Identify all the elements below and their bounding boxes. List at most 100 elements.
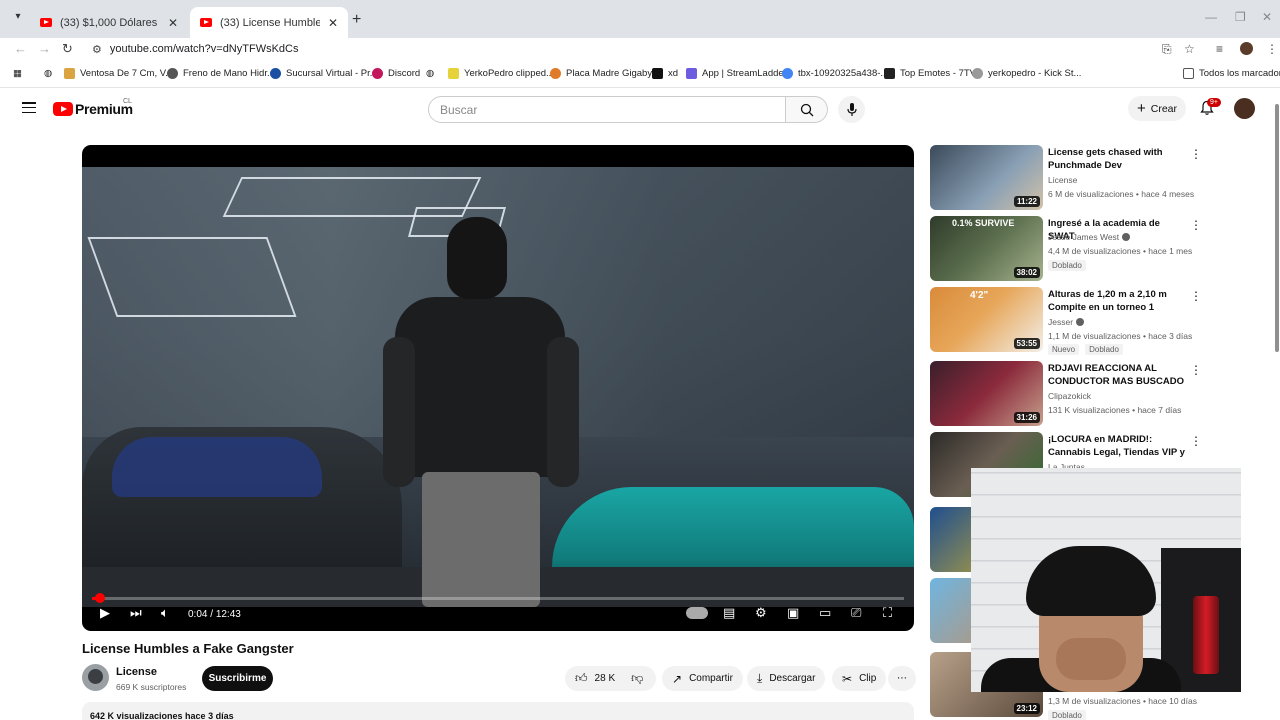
all-bookmarks-folder[interactable]: Todos los marcadores: [1183, 68, 1280, 79]
fullscreen-icon[interactable]: ⛶: [883, 605, 892, 621]
tab-label: (33) $1,000 Dólares Por Cada M: [60, 16, 160, 29]
more-vertical-icon[interactable]: ⋮: [1190, 147, 1202, 161]
browser-tab-active[interactable]: (33) License Humbles a Fake Ga ✕: [190, 7, 348, 38]
more-actions-button[interactable]: ⋯: [888, 666, 916, 691]
bookmark-item[interactable]: Sucursal Virtual - Pr...: [270, 68, 378, 79]
video-player[interactable]: ▶ ⏭ 🔈︎ 0:04 / 12:43 ▤ ⚙ ▣ ▭ ⎚ ⛶: [82, 145, 914, 631]
video-thumbnail[interactable]: 31:26: [930, 361, 1043, 426]
voice-search-button[interactable]: [838, 96, 865, 123]
settings-gear-icon[interactable]: ⚙: [755, 605, 767, 621]
play-icon[interactable]: ▶: [100, 605, 110, 621]
thumbs-down-icon[interactable]: 👎︎: [631, 671, 643, 686]
globe-icon[interactable]: ◍: [44, 68, 52, 79]
search-input[interactable]: Buscar: [428, 96, 786, 123]
subtitles-icon[interactable]: ▤: [723, 605, 735, 621]
theater-mode-icon[interactable]: ▭: [819, 605, 831, 621]
address-bar[interactable]: ⚙ youtube.com/watch?v=dNyTFWsKdCs: [84, 38, 1184, 60]
install-app-icon[interactable]: ⎘: [1162, 42, 1172, 57]
subscribe-button[interactable]: Suscribirme: [202, 666, 273, 691]
bookmark-item[interactable]: YerkoPedro clipped...: [448, 68, 554, 79]
screen: ▾ (33) $1,000 Dólares Por Cada M ✕ (33) …: [0, 0, 1280, 720]
channel-label: Jesse James West: [1048, 232, 1120, 242]
like-dislike-group: 👍︎ 28 K 👎︎: [565, 666, 656, 691]
recommendation-title[interactable]: Alturas de 1,20 m a 2,10 m Compite en un…: [1048, 288, 1188, 314]
bookmark-item[interactable]: Placa Madre Gigaby...: [550, 68, 659, 79]
recommendation-title[interactable]: License gets chased with Punchmade Dev: [1048, 146, 1188, 172]
video-thumbnail[interactable]: 11:22: [930, 145, 1043, 210]
maximize-icon[interactable]: ❐: [1235, 10, 1246, 24]
duration-badge: 11:22: [1013, 196, 1040, 207]
youtube-favicon-icon: [40, 18, 52, 27]
more-menu-icon[interactable]: ⋮: [1266, 42, 1278, 56]
country-code: CL: [123, 98, 132, 105]
bookmark-label: Todos los marcadores: [1199, 68, 1280, 79]
profile-avatar[interactable]: [1240, 42, 1253, 55]
recommendation-item[interactable]: 31:26 RDJAVI REACCIONA AL CONDUCTOR MAS …: [930, 361, 1270, 427]
share-button[interactable]: ↗ Compartir: [662, 666, 743, 691]
search-button[interactable]: [786, 96, 828, 123]
autoplay-toggle[interactable]: [686, 607, 708, 619]
recommendation-channel[interactable]: Clipazokick: [1048, 391, 1091, 401]
account-avatar[interactable]: [1234, 98, 1255, 119]
reload-icon[interactable]: ↻: [62, 41, 73, 57]
thumbs-up-icon[interactable]: 👍︎: [575, 671, 588, 686]
tab-close-icon[interactable]: ✕: [168, 16, 178, 30]
recommendation-item[interactable]: 11:22 License gets chased with Punchmade…: [930, 145, 1270, 211]
bookmark-star-icon[interactable]: ☆: [1184, 42, 1195, 56]
reading-list-icon[interactable]: ≡: [1216, 42, 1223, 56]
menu-icon[interactable]: [22, 102, 36, 114]
like-count[interactable]: 28 K: [595, 673, 616, 684]
recommendation-item[interactable]: 4'2" 53:55 Alturas de 1,20 m a 2,10 m Co…: [930, 287, 1270, 355]
more-vertical-icon[interactable]: ⋮: [1190, 218, 1202, 232]
back-icon[interactable]: ←: [14, 41, 27, 56]
clip-button[interactable]: ✂ Clip: [832, 666, 887, 691]
more-vertical-icon[interactable]: ⋮: [1190, 363, 1202, 377]
bookmark-item[interactable]: xd: [652, 68, 678, 79]
more-vertical-icon[interactable]: ⋮: [1190, 289, 1202, 303]
recommendation-title[interactable]: RDJAVI REACCIONA AL CONDUCTOR MAS BUSCAD…: [1048, 362, 1188, 388]
bookmark-favicon-icon: [270, 68, 281, 79]
globe-icon[interactable]: ◍: [426, 68, 434, 79]
bookmark-item[interactable]: Freno de Mano Hidr...: [167, 68, 275, 79]
recommendation-channel[interactable]: Jesse James West: [1048, 232, 1131, 242]
channel-avatar[interactable]: [82, 664, 109, 691]
bookmark-item[interactable]: Ventosa De 7 Cm, V...: [64, 68, 173, 79]
description-box[interactable]: 642 K visualizaciones hace 3 días: [82, 702, 914, 720]
video-thumbnail[interactable]: 0.1% SURVIVE 38:02: [930, 216, 1043, 281]
page-scrollbar[interactable]: [1275, 104, 1279, 352]
youtube-premium-logo[interactable]: Premium CL: [53, 98, 133, 117]
bookmark-item[interactable]: Discord: [372, 68, 420, 79]
new-tab-icon[interactable]: +: [352, 11, 361, 29]
minimize-icon[interactable]: —: [1205, 10, 1217, 24]
recommendation-item[interactable]: 0.1% SURVIVE 38:02 Ingresé a la academia…: [930, 216, 1270, 282]
browser-tab[interactable]: (33) $1,000 Dólares Por Cada M ✕: [30, 7, 188, 38]
miniplayer-icon[interactable]: ▣: [787, 605, 799, 621]
forward-icon[interactable]: →: [38, 41, 51, 56]
bookmark-item[interactable]: tbx-10920325a438-...: [782, 68, 888, 79]
download-button[interactable]: ⤓ Descargar: [747, 666, 826, 691]
create-button[interactable]: + Crear: [1128, 96, 1186, 121]
volume-icon[interactable]: 🔈︎: [161, 605, 169, 621]
bookmark-item[interactable]: Top Emotes - 7TV: [884, 68, 976, 79]
scrubber-handle[interactable]: [95, 593, 106, 603]
create-label: Crear: [1150, 102, 1178, 115]
progress-bar[interactable]: [92, 593, 904, 603]
current-time: 0:04: [188, 609, 208, 620]
video-thumbnail[interactable]: 4'2" 53:55: [930, 287, 1043, 352]
recommendation-title[interactable]: ¡LOCURA en MADRID!: Cannabis Legal, Tien…: [1048, 433, 1188, 459]
apps-grid-icon[interactable]: ▦: [13, 68, 22, 79]
more-vertical-icon[interactable]: ⋮: [1190, 434, 1202, 448]
site-info-icon[interactable]: ⚙: [92, 43, 102, 56]
next-icon[interactable]: ⏭: [130, 605, 142, 621]
cast-icon[interactable]: ⎚: [851, 605, 861, 621]
window-close-icon[interactable]: ✕: [1262, 10, 1272, 24]
tab-close-icon[interactable]: ✕: [328, 16, 338, 30]
bookmark-item[interactable]: yerkopedro - Kick St...: [972, 68, 1081, 79]
recommendation-channel[interactable]: Jesser: [1048, 317, 1085, 327]
tab-search-icon[interactable]: ▾: [9, 11, 27, 27]
bookmark-item[interactable]: App | StreamLadder: [686, 68, 787, 79]
recommendation-meta: 1,1 M de visualizaciones • hace 3 días: [1048, 331, 1193, 341]
share-label: Compartir: [689, 673, 733, 684]
recommendation-channel[interactable]: License: [1048, 175, 1077, 185]
channel-name[interactable]: License: [116, 666, 157, 678]
